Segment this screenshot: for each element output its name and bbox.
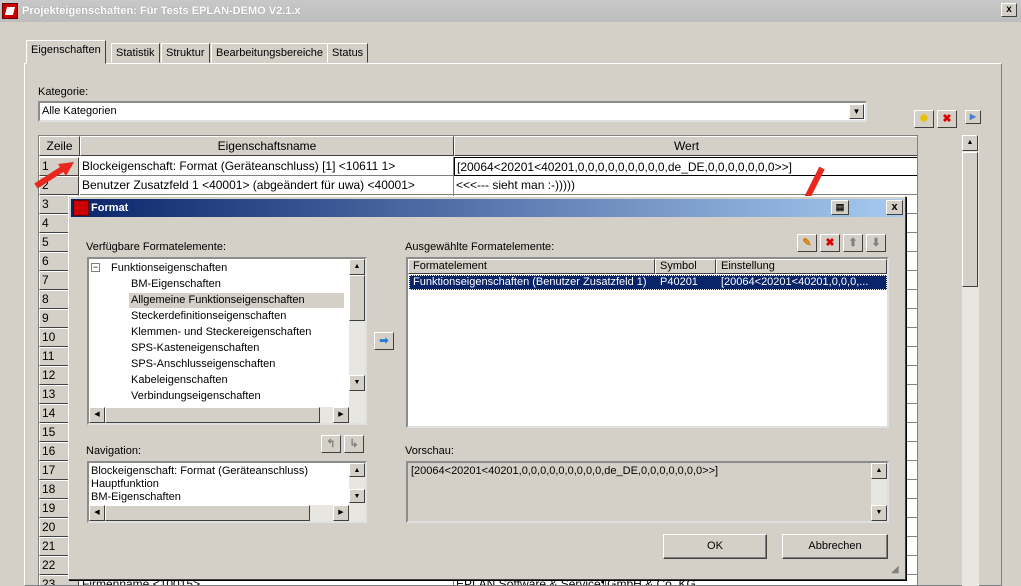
col-symbol[interactable]: Symbol: [655, 259, 716, 274]
navigation-item[interactable]: Hauptfunktion: [91, 478, 159, 491]
col-formatelement[interactable]: Formatelement: [408, 259, 655, 274]
scroll-up-icon[interactable]: ▲: [349, 463, 365, 477]
category-value: Alle Kategorien: [42, 105, 117, 117]
dialog-title-bar: Format ▤ x: [71, 199, 903, 217]
navigate-down-icon[interactable]: ↳: [344, 435, 364, 453]
preview-label: Vorschau:: [405, 445, 454, 457]
tree-scrollbar[interactable]: ▲ ▼: [349, 259, 365, 407]
navigate-up-icon[interactable]: ↰: [321, 435, 341, 453]
scroll-thumb[interactable]: [962, 152, 978, 287]
tab-statistik[interactable]: Statistik: [111, 43, 160, 63]
property-value-cell[interactable]: [20064<20201<40201,0,0,0,0,0,0,0,0,0,de_…: [454, 157, 917, 176]
preview-text: [20064<20201<40201,0,0,0,0,0,0,0,0,0,de_…: [411, 465, 719, 477]
nav-scrollbar[interactable]: ▲ ▼: [349, 463, 365, 505]
col-einstellung[interactable]: Einstellung: [716, 259, 887, 274]
window-title-bar: Projekteigenschaften: Für Tests EPLAN-DE…: [0, 0, 1021, 22]
scroll-left-icon[interactable]: ◀: [89, 505, 105, 521]
tree-item[interactable]: Verbindungseigenschaften: [129, 389, 344, 404]
format-dialog: Format ▤ x Verfügbare Formatelemente: − F…: [68, 196, 906, 580]
navigation-item[interactable]: Blockeigenschaft: Format (Geräteanschlus…: [91, 465, 308, 478]
edit-icon[interactable]: ✎: [797, 234, 817, 252]
scroll-thumb[interactable]: [105, 407, 320, 423]
selected-setting-cell: [20064<20201<40201,0,0,0,...: [721, 276, 869, 288]
tree-hscrollbar[interactable]: ◀ ▶: [89, 407, 365, 423]
selected-label: Ausgewählte Formatelemente:: [405, 241, 555, 253]
ok-button[interactable]: OK: [663, 534, 767, 559]
tree-item[interactable]: SPS-Kasteneigenschaften: [129, 341, 344, 356]
scroll-right-icon[interactable]: ▶: [333, 505, 349, 521]
window-title: Projekteigenschaften: Für Tests EPLAN-DE…: [22, 5, 301, 17]
selected-list[interactable]: Formatelement Symbol Einstellung Funktio…: [406, 257, 889, 428]
tab-bearbeitungsbereiche[interactable]: Bearbeitungsbereiche: [211, 43, 329, 63]
dialog-title: Format: [91, 202, 129, 214]
category-label: Kategorie:: [38, 86, 89, 98]
selected-row[interactable]: Funktionseigenschaften (Benutzer Zusatzf…: [409, 275, 887, 290]
window-close-button[interactable]: x: [1001, 3, 1017, 17]
scroll-down-icon[interactable]: ▼: [349, 489, 365, 503]
app-icon: [2, 3, 18, 19]
available-label: Verfügbare Formatelemente:: [86, 241, 227, 253]
selected-symbol-cell: P40201: [660, 276, 698, 288]
navigation-label: Navigation:: [86, 445, 142, 457]
tab-eigenschaften[interactable]: Eigenschaften: [26, 40, 106, 64]
chevron-down-icon[interactable]: ▼: [849, 104, 864, 119]
scroll-up-icon[interactable]: ▲: [962, 135, 978, 151]
tree-item[interactable]: Funktionseigenschaften: [109, 261, 344, 276]
dialog-close-button[interactable]: x: [886, 200, 903, 215]
print-icon[interactable]: ▤: [831, 200, 849, 215]
remove-icon[interactable]: ✖: [820, 234, 840, 252]
next-icon[interactable]: ▶: [965, 110, 981, 124]
tree-collapse-icon[interactable]: −: [91, 263, 100, 272]
scroll-up-icon[interactable]: ▲: [349, 259, 365, 275]
new-icon[interactable]: ✹: [914, 110, 934, 128]
delete-icon[interactable]: ✖: [937, 110, 957, 128]
red-arrow-annotation: [34, 162, 74, 189]
move-up-icon[interactable]: ⬆: [843, 234, 863, 252]
category-select[interactable]: Alle Kategorien ▼: [38, 101, 867, 122]
header-eigenschaftsname[interactable]: Eigenschaftsname: [80, 136, 454, 156]
scroll-right-icon[interactable]: ▶: [333, 407, 349, 423]
tree-item[interactable]: Klemmen- und Steckereigenschaften: [129, 325, 344, 340]
header-wert[interactable]: Wert: [454, 136, 917, 156]
transfer-arrow-icon[interactable]: ➡: [374, 332, 394, 350]
resize-grip-icon[interactable]: ◢: [891, 563, 905, 577]
tree-item[interactable]: SPS-Anschlusseigenschaften: [129, 357, 344, 372]
header-zeile[interactable]: Zeile: [39, 136, 80, 156]
navigation-list[interactable]: Blockeigenschaft: Format (Geräteanschlus…: [87, 461, 367, 523]
scroll-down-icon[interactable]: ▼: [349, 375, 365, 391]
tree-item[interactable]: BM-Eigenschaften: [129, 277, 344, 292]
tree-item[interactable]: Allgemeine Funktionseigenschaften: [129, 293, 344, 308]
scroll-thumb[interactable]: [105, 505, 310, 521]
available-tree[interactable]: − Funktionseigenschaften BM-Eigenschaften A…: [87, 257, 367, 425]
property-name-cell[interactable]: Blockeigenschaft: Format (Geräteanschlus…: [80, 157, 454, 176]
scroll-up-icon[interactable]: ▲: [871, 463, 887, 479]
scroll-down-icon[interactable]: ▼: [871, 505, 887, 521]
property-name-cell[interactable]: Benutzer Zusatzfeld 1 <40001> (abgeänder…: [80, 176, 454, 195]
selected-element-cell: Funktionseigenschaften (Benutzer Zusatzf…: [413, 276, 647, 288]
navigation-item[interactable]: BM-Eigenschaften: [91, 491, 181, 504]
move-down-icon[interactable]: ⬇: [866, 234, 886, 252]
grid-scrollbar[interactable]: ▲: [962, 135, 979, 586]
tab-struktur[interactable]: Struktur: [161, 43, 210, 63]
scroll-left-icon[interactable]: ◀: [89, 407, 105, 423]
preview-scrollbar[interactable]: ▲ ▼: [871, 463, 887, 521]
tree-item[interactable]: Steckerdefinitionseigenschaften: [129, 309, 344, 324]
tab-status[interactable]: Status: [327, 43, 369, 63]
app-icon: [73, 200, 89, 216]
tree-item[interactable]: Kabeleigenschaften: [129, 373, 344, 388]
cancel-button[interactable]: Abbrechen: [782, 534, 888, 559]
preview-box: [20064<20201<40201,0,0,0,0,0,0,0,0,0,de_…: [406, 461, 889, 523]
property-value-cell[interactable]: <<<--- sieht man :-))))): [454, 176, 917, 195]
nav-hscrollbar[interactable]: ◀ ▶: [89, 505, 365, 521]
scroll-thumb[interactable]: [349, 275, 365, 321]
